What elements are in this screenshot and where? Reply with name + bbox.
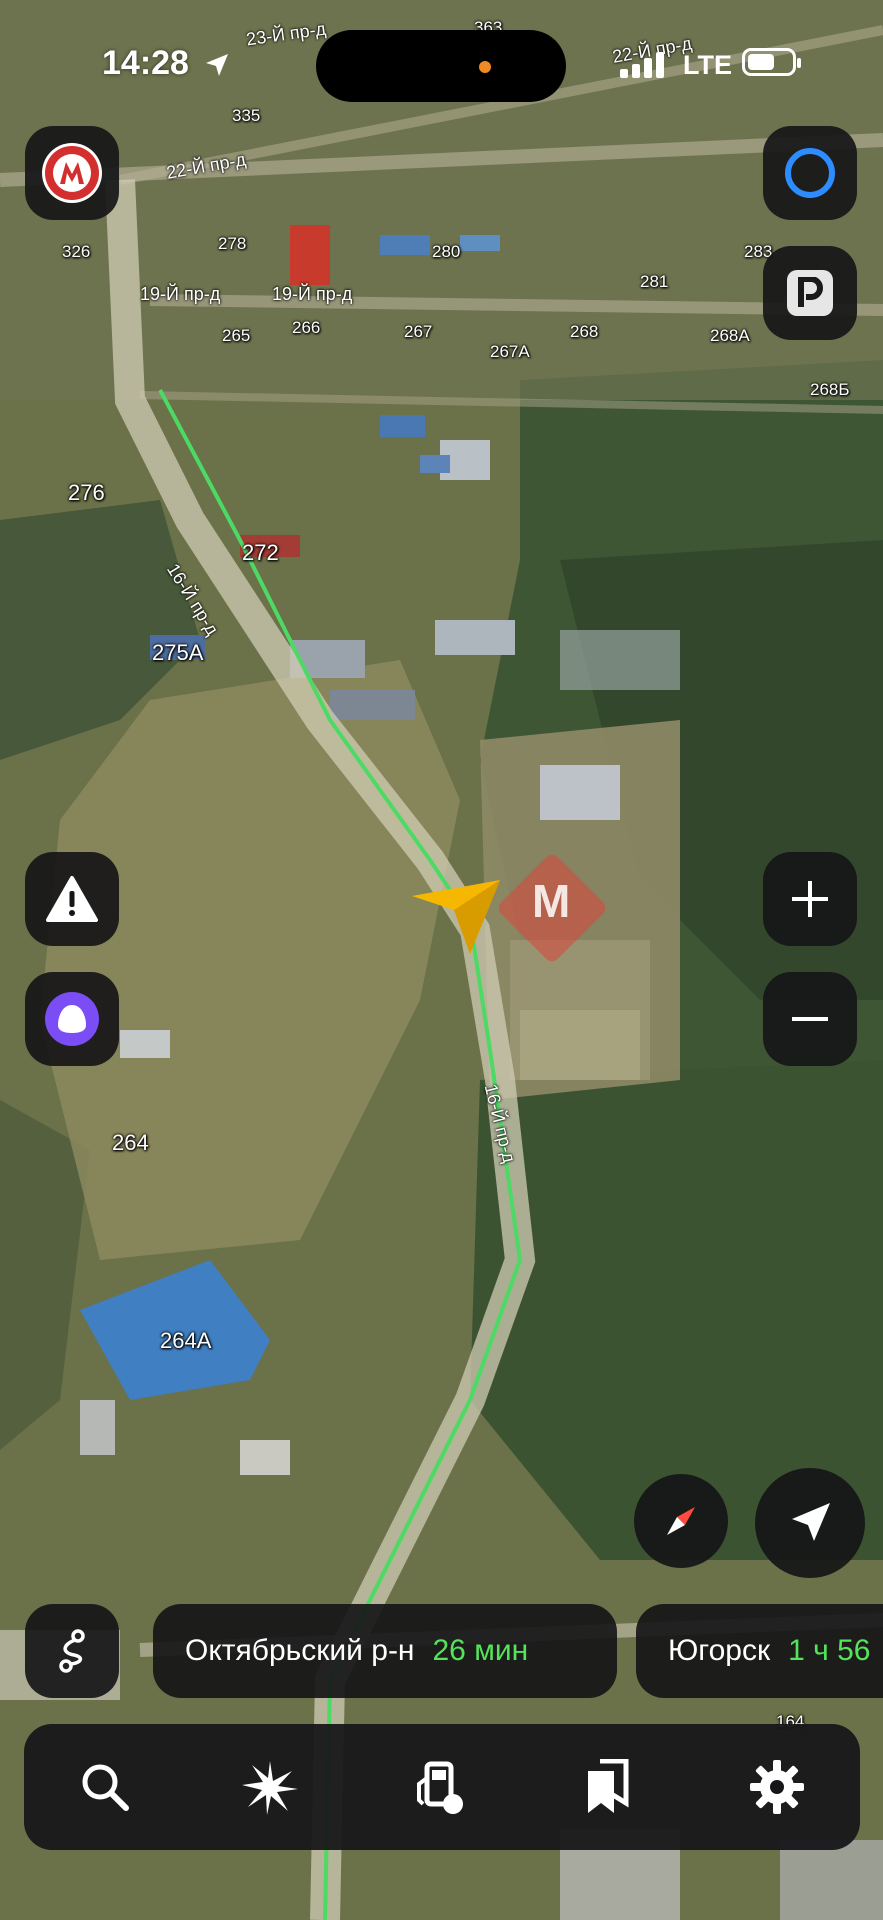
- house-number: 275А: [152, 640, 204, 665]
- house-number: 264А: [160, 1328, 212, 1353]
- house-number: 276: [68, 480, 105, 505]
- tab-fuel[interactable]: [393, 1740, 487, 1834]
- house-number: 280: [432, 242, 461, 261]
- zoom-in-button[interactable]: [763, 852, 857, 946]
- house-number: 268: [570, 322, 599, 341]
- route-option[interactable]: Югорск 1 ч 56: [636, 1604, 883, 1698]
- bookmarks-icon: [588, 1759, 629, 1813]
- alice-assistant-button[interactable]: [25, 972, 119, 1066]
- tab-bookmarks[interactable]: [561, 1740, 655, 1834]
- navigation-arrow-marker: [412, 880, 500, 954]
- street-label: 19-Й пр-д: [140, 284, 221, 304]
- house-number: 268Б: [810, 380, 850, 399]
- tab-discover[interactable]: [223, 1740, 317, 1834]
- metro-button[interactable]: [25, 126, 119, 220]
- parking-button[interactable]: [763, 246, 857, 340]
- house-number: 281: [640, 272, 669, 291]
- network-type: LTE: [683, 50, 732, 80]
- zoom-out-button[interactable]: [763, 972, 857, 1066]
- street-label: 19-Й пр-д: [272, 284, 353, 304]
- route-destination: Югорск: [668, 1634, 771, 1667]
- house-number: 266: [292, 318, 321, 337]
- house-number: 272: [242, 540, 279, 565]
- alice-icon: [45, 992, 99, 1046]
- compass-icon: [667, 1507, 695, 1535]
- route-option[interactable]: Октябрьский р-н 26 мин: [153, 1604, 617, 1698]
- parking-icon: [787, 270, 833, 316]
- status-bar: 14:28 LTE: [0, 0, 883, 130]
- search-icon: [82, 1764, 129, 1811]
- brand-watermark-letter: М: [532, 875, 571, 927]
- metro-logo-icon: [42, 143, 102, 203]
- tab-settings[interactable]: [730, 1740, 824, 1834]
- warning-triangle-icon: [46, 876, 98, 922]
- plus-icon: [792, 881, 828, 917]
- house-number: 278: [218, 234, 247, 253]
- route-overview-button[interactable]: [25, 1604, 119, 1698]
- report-incident-button[interactable]: [25, 852, 119, 946]
- tab-search[interactable]: [58, 1740, 152, 1834]
- fuel-icon: [417, 1761, 463, 1814]
- route-eta: 1 ч 56: [788, 1634, 871, 1667]
- house-number: 264: [112, 1130, 149, 1155]
- battery-icon: [742, 48, 801, 76]
- house-number: 267: [404, 322, 433, 341]
- navigation-arrow-icon: [792, 1503, 830, 1541]
- privacy-dot: [479, 61, 491, 73]
- compass-button[interactable]: [634, 1474, 728, 1568]
- bottom-tab-bar: [24, 1724, 860, 1850]
- my-location-button[interactable]: [755, 1468, 865, 1578]
- assistant-ring-icon: [785, 148, 835, 198]
- route-eta: 26 мин: [432, 1634, 529, 1667]
- house-number: 268А: [710, 326, 750, 345]
- dynamic-island: [316, 30, 566, 102]
- gear-icon: [750, 1760, 804, 1814]
- house-number: 326: [62, 242, 91, 261]
- location-arrow-icon: [206, 54, 228, 76]
- alice-circle-button[interactable]: [763, 126, 857, 220]
- minus-icon: [792, 1017, 828, 1021]
- sparkle-icon: [242, 1761, 298, 1815]
- route-icon: [59, 1629, 85, 1673]
- signal-icon: [620, 52, 664, 78]
- house-number: 265: [222, 326, 251, 345]
- house-number: 267А: [490, 342, 530, 361]
- status-time: 14:28: [102, 44, 189, 82]
- route-destination: Октябрьский р-н: [185, 1634, 415, 1667]
